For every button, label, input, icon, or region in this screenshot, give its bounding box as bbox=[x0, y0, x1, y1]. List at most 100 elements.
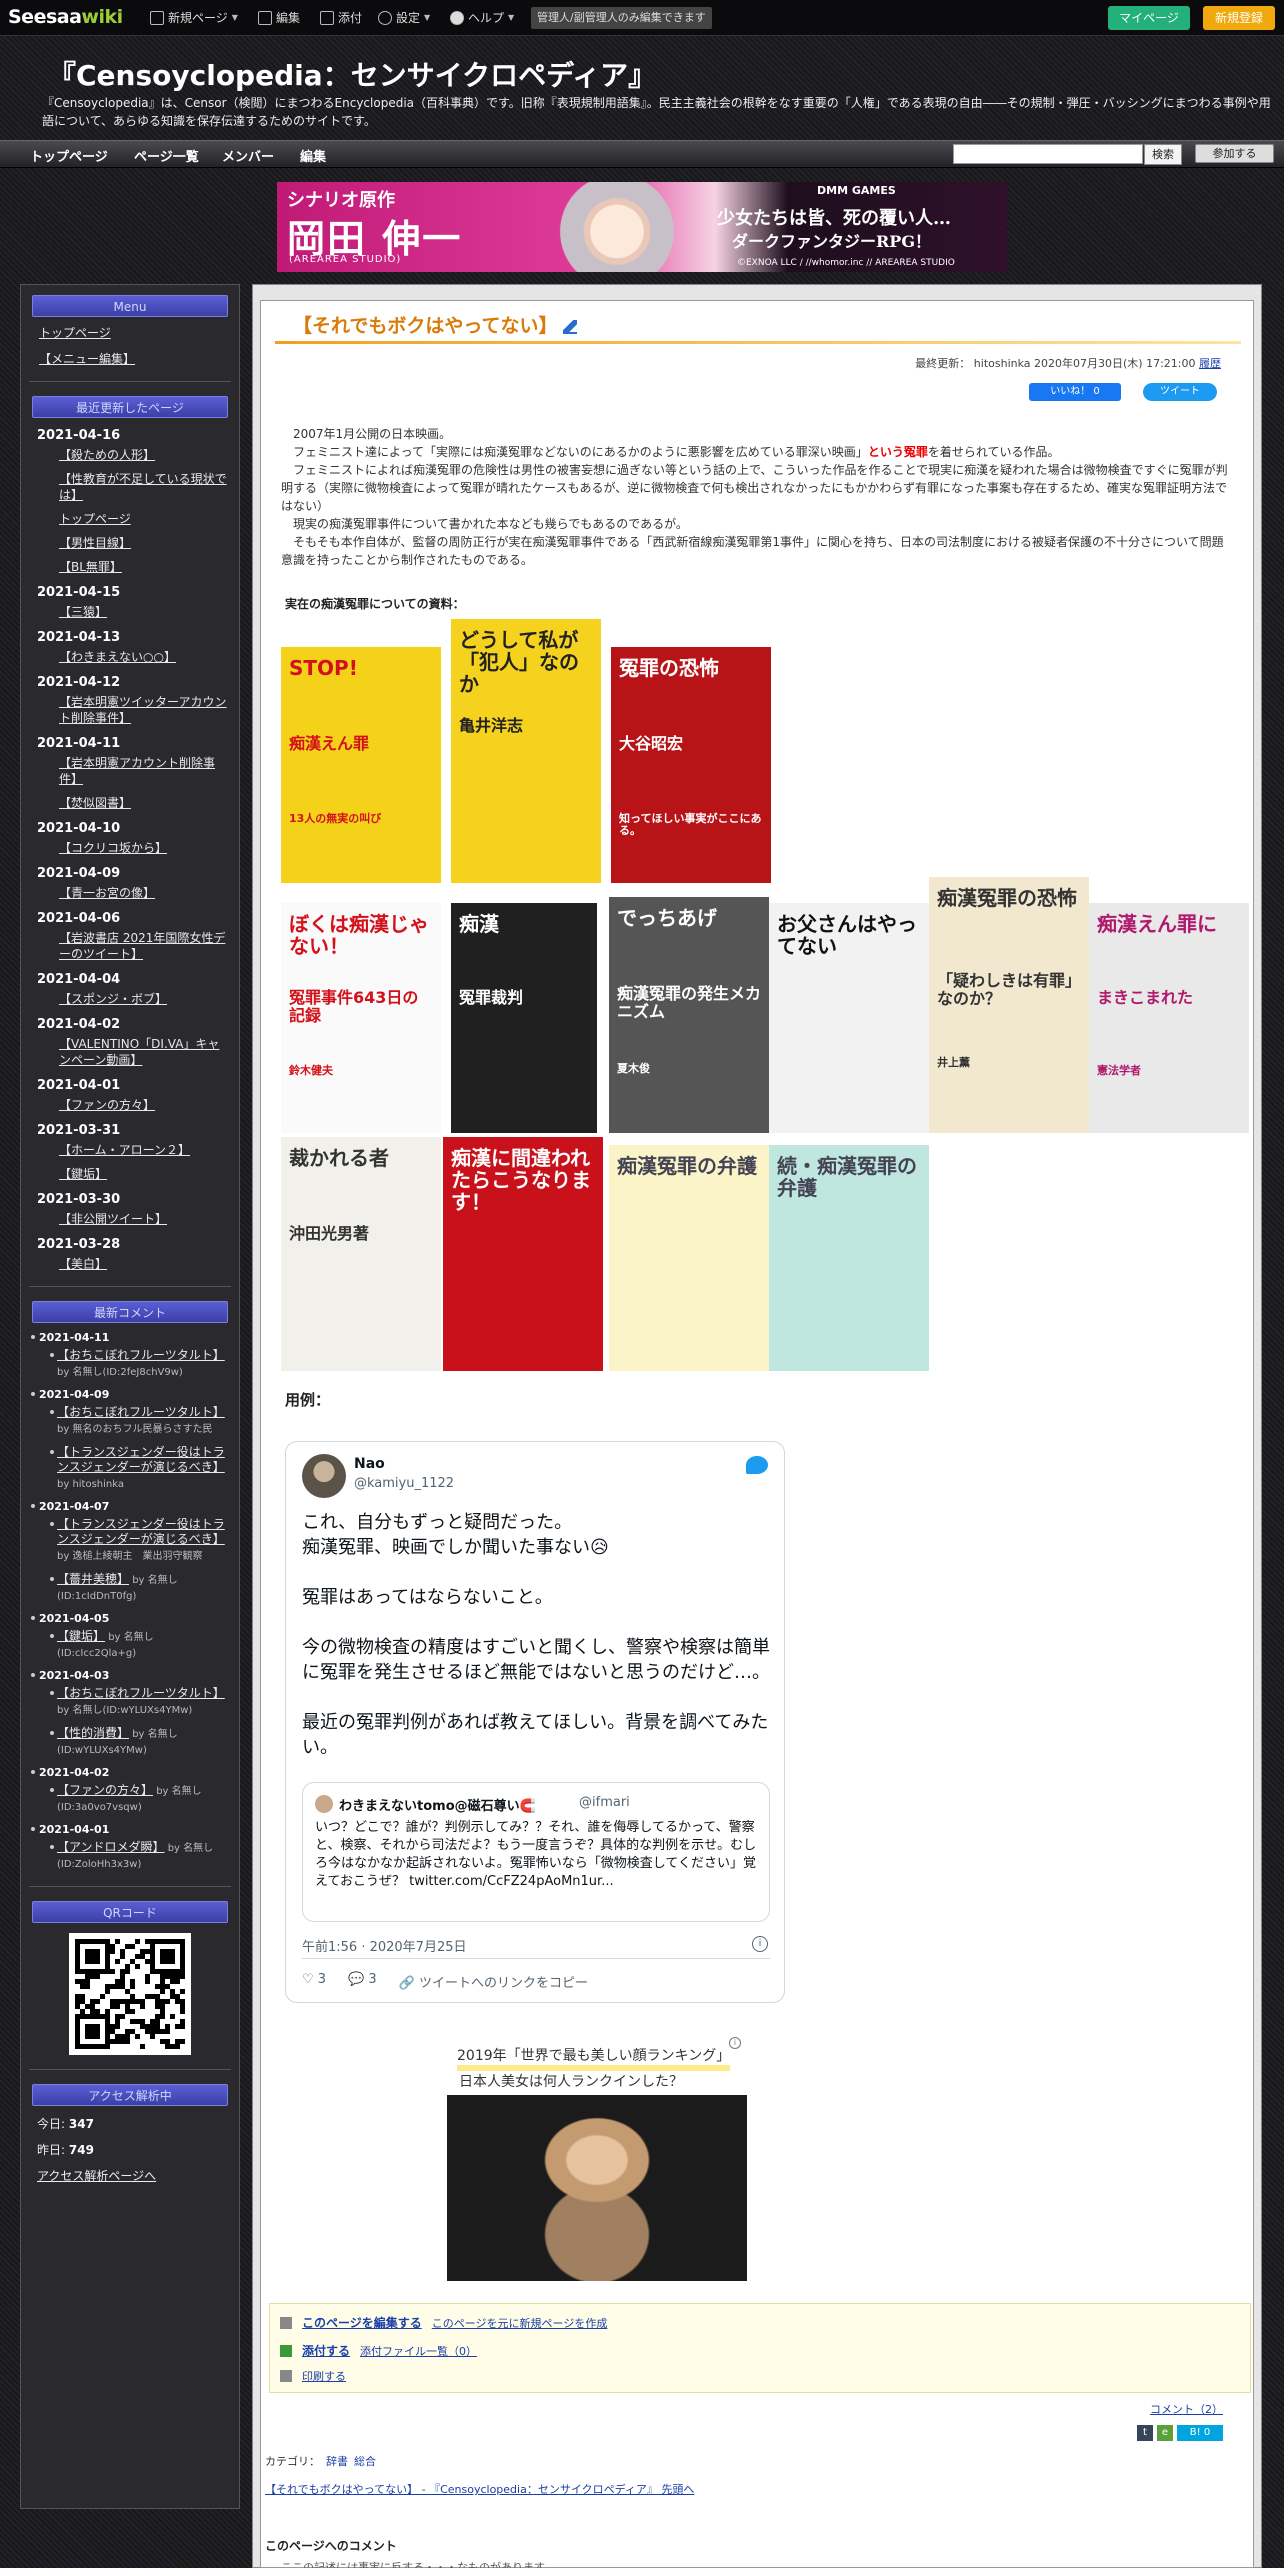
comment-page-link[interactable]: 【鍵垢】 bbox=[57, 1629, 105, 1643]
mypage-button[interactable]: マイページ bbox=[1108, 6, 1190, 30]
tumblr-icon[interactable]: t bbox=[1137, 2425, 1153, 2441]
recent-page-link[interactable]: 【鍵垢】 bbox=[59, 1166, 231, 1182]
comment-item: 【性的消費】 by 名無し(ID:wYLUXs4YMw) bbox=[50, 1726, 231, 1758]
like-action[interactable]: ♡ 3 bbox=[302, 1972, 326, 1991]
qr-module bbox=[105, 1989, 110, 1994]
attach-menu[interactable]: 添付 bbox=[320, 9, 362, 26]
tweet-author-handle[interactable]: @kamiyu_1122 bbox=[354, 1476, 454, 1491]
edit-pencil-icon[interactable] bbox=[563, 320, 578, 334]
recent-page-link[interactable]: 【岩本明憲ツイッターアカウント削除事件】 bbox=[59, 694, 231, 726]
recent-page-link[interactable]: 【岩本明憲アカウント削除事件】 bbox=[59, 755, 231, 787]
chevron-down-icon: ▼ bbox=[508, 13, 515, 22]
avatar[interactable] bbox=[302, 1454, 346, 1498]
comment-page-link[interactable]: 【おちこぼれフルーツタルト】 bbox=[57, 1405, 225, 1419]
comment-page-link[interactable]: 【ファンの方々】 bbox=[57, 1783, 153, 1797]
ad-banner[interactable]: シナリオ原作 岡田 伸一 (AREAREA STUDIO) DMM GAMES … bbox=[277, 182, 1007, 272]
register-button[interactable]: 新規登録 bbox=[1203, 6, 1275, 30]
book-cover[interactable]: 裁かれる者 沖田光男著 bbox=[281, 1137, 441, 1371]
book-cover[interactable]: 痴漢冤罪の恐怖 「疑わしきは有罪」なのか？ 井上薫 bbox=[929, 877, 1089, 1133]
tweet-timestamp[interactable]: 午前1:56 · 2020年7月25日 bbox=[302, 1936, 467, 1955]
recent-page-link[interactable]: 【わきまえない○○】 bbox=[59, 649, 231, 665]
recent-page-link[interactable]: 【BL無罪】 bbox=[59, 559, 231, 575]
reply-action[interactable]: 💬 3 bbox=[348, 1972, 377, 1991]
recent-page-link[interactable]: 【性教育が不足している現状では】 bbox=[59, 471, 231, 503]
recent-page-link[interactable]: 【ファンの方々】 bbox=[59, 1097, 231, 1113]
recent-page-link[interactable]: 【男性目線】 bbox=[59, 535, 231, 551]
category-general[interactable]: 総合 bbox=[354, 2455, 376, 2468]
search-button[interactable]: 検索 bbox=[1144, 144, 1182, 165]
comment-page-link[interactable]: 【性的消費】 bbox=[57, 1726, 129, 1740]
quoted-tweet[interactable]: わきまえないtomo@磁石尊い🧲 @ifmari いつ？どこで？誰が？判例示して… bbox=[302, 1782, 770, 1922]
book-cover[interactable]: 痴漢に間違われたらこうなります！ bbox=[443, 1137, 603, 1371]
recent-page-link[interactable]: 【VALENTINO「DI.VA」キャンペーン動画】 bbox=[59, 1036, 231, 1068]
info-icon[interactable]: i bbox=[752, 1936, 768, 1952]
comment-page-link[interactable]: 【トランスジェンダー役はトランスジェンダーが演じるべき】 bbox=[57, 1445, 225, 1474]
new-page-menu[interactable]: 新規ページ ▼ bbox=[150, 9, 238, 26]
nav-top-page[interactable]: トップページ bbox=[30, 146, 108, 165]
new-from-page-link[interactable]: このページを元に新規ページを作成 bbox=[432, 2315, 608, 2331]
recent-page-link[interactable]: 【非公開ツイート】 bbox=[59, 1211, 231, 1227]
nav-members[interactable]: メンバー bbox=[222, 146, 274, 165]
search-input[interactable] bbox=[953, 144, 1143, 164]
comments-link[interactable]: コメント（2） bbox=[1150, 2401, 1223, 2417]
qr-module bbox=[165, 1999, 170, 2004]
sidebar-menu-edit[interactable]: 【メニュー編集】 bbox=[39, 351, 239, 367]
book-cover[interactable]: STOP! 痴漢えん罪 13人の無実の叫び bbox=[281, 647, 441, 883]
edit-page-link[interactable]: このページを編集する bbox=[302, 2314, 422, 2331]
recent-page-link[interactable]: 【青一お宮の像】 bbox=[59, 885, 231, 901]
nav-page-list[interactable]: ページ一覧 bbox=[134, 146, 199, 165]
facebook-like-button[interactable]: いいね！ 0 bbox=[1029, 383, 1121, 401]
recent-page-link[interactable]: 【焚似図書】 bbox=[59, 795, 231, 811]
ad-info-icon[interactable]: i bbox=[729, 2037, 741, 2049]
ad-image[interactable] bbox=[447, 2095, 747, 2281]
ad-question[interactable]: 日本人美女は何人ランクインした？ bbox=[459, 2071, 683, 2091]
recent-page-link[interactable]: 【殺ための人形】 bbox=[59, 447, 231, 463]
ad-headline[interactable]: 2019年「世界で最も美しい顔ランキング」 bbox=[457, 2045, 731, 2071]
embedded-tweet[interactable]: Nao @kamiyu_1122 これ、自分もずっと疑問だった。 痴漢冤罪、映画で… bbox=[285, 1441, 785, 2003]
comment-page-link[interactable]: 【おちこぼれフルーツタルト】 bbox=[57, 1348, 225, 1362]
recent-page-link[interactable]: 【コクリコ坂から】 bbox=[59, 840, 231, 856]
copy-link-action[interactable]: 🔗 ツイートへのリンクをコピー bbox=[399, 1972, 588, 1991]
history-link[interactable]: 履歴 bbox=[1199, 357, 1221, 370]
comment-page-link[interactable]: 【トランスジェンダー役はトランスジェンダーが演じるべき】 bbox=[57, 1517, 225, 1546]
comment-page-link[interactable]: 【アンドロメダ瞬】 bbox=[57, 1840, 165, 1854]
category-dictionary[interactable]: 辞書 bbox=[326, 2455, 348, 2468]
edit-menu[interactable]: 編集 bbox=[258, 9, 300, 26]
hatena-bookmark-icon[interactable]: B! 0 bbox=[1177, 2425, 1223, 2441]
help-menu[interactable]: ヘルプ ▼ bbox=[450, 9, 514, 26]
comment-page-link[interactable]: 【薔井美穂】 bbox=[57, 1572, 129, 1586]
access-analytics-link[interactable]: アクセス解析ページへ bbox=[37, 2166, 239, 2186]
book-cover[interactable]: でっちあげ 痴漢冤罪の発生メカニズム 夏木俊 bbox=[609, 897, 769, 1133]
sidebar-top-page[interactable]: トップページ bbox=[39, 325, 239, 341]
site-title[interactable]: 『Censoyclopedia：センサイクロペディア』 bbox=[48, 54, 656, 94]
recent-page-link[interactable]: 【岩波書店 2021年国際女性デーのツイート】 bbox=[59, 930, 231, 962]
print-link[interactable]: 印刷する bbox=[302, 2368, 346, 2384]
seesaa-wiki-logo[interactable]: Seesaawiki bbox=[8, 6, 123, 28]
evernote-icon[interactable]: e bbox=[1157, 2425, 1173, 2441]
recent-page-link[interactable]: 【スポンジ・ボブ】 bbox=[59, 991, 231, 1007]
attachment-list-link[interactable]: 添付ファイル一覧（0） bbox=[360, 2343, 477, 2359]
book-cover[interactable]: 冤罪の恐怖 大谷昭宏 知ってほしい事実がここにある。 bbox=[611, 647, 771, 883]
recent-page-link[interactable]: 【三猿】 bbox=[59, 604, 231, 620]
settings-menu[interactable]: 設定 ▼ bbox=[378, 9, 430, 26]
nav-edit[interactable]: 編集 bbox=[300, 146, 326, 165]
book-cover[interactable]: 続・痴漢冤罪の弁護 bbox=[769, 1145, 929, 1371]
tweet-button[interactable]: ツイート bbox=[1143, 383, 1217, 401]
book-cover[interactable]: 痴漢 冤罪裁判 bbox=[451, 903, 597, 1133]
book-cover[interactable]: お父さんはやってない bbox=[769, 903, 929, 1133]
recent-page-link[interactable]: 【美白】 bbox=[59, 1256, 231, 1272]
join-button[interactable]: 参加する bbox=[1195, 144, 1274, 163]
recent-pages-list: 2021-04-16 【殺ための人形】 【性教育が不足している現状では】 トップページ… bbox=[21, 428, 239, 1272]
tweet-author-name[interactable]: Nao bbox=[354, 1456, 385, 1472]
book-cover[interactable]: ぼくは痴漢じゃない！ 冤罪事件643日の記録 鈴木健夫 bbox=[281, 903, 441, 1133]
attach-link[interactable]: 添付する bbox=[302, 2342, 350, 2359]
recent-page-link[interactable]: トップページ bbox=[59, 511, 231, 527]
twitter-bird-icon[interactable] bbox=[746, 1456, 768, 1474]
permalink[interactable]: 【それでもボクはやってない】 - 『Censoyclopedia：センサイクロペ… bbox=[265, 2481, 694, 2497]
book-cover[interactable]: どうして私が「犯人」なのか 亀井洋志 bbox=[451, 619, 601, 883]
comment-page-link[interactable]: 【おちこぼれフルーツタルト】 bbox=[57, 1686, 225, 1700]
recent-page-link[interactable]: 【ホーム・アローン２】 bbox=[59, 1142, 231, 1158]
book-cover[interactable]: 痴漢えん罪に まきこまれた 憲法学者 bbox=[1089, 903, 1249, 1133]
recent-date: 2021-04-09 bbox=[37, 866, 121, 881]
book-cover[interactable]: 痴漢冤罪の弁護 bbox=[609, 1145, 769, 1371]
